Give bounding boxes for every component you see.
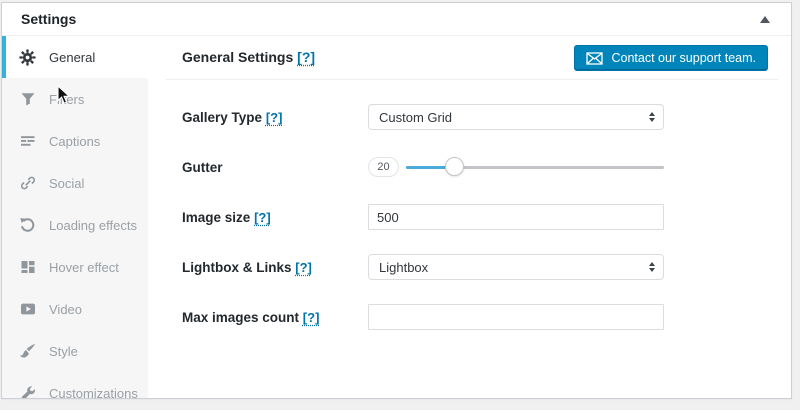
sidebar-item-hover-effect[interactable]: Hover effect — [2, 246, 148, 288]
image-size-input[interactable] — [368, 204, 664, 230]
panel-title: Settings — [21, 11, 77, 27]
section-heading: General Settings [?] — [182, 49, 316, 65]
sidebar-item-label: Customizations — [49, 385, 138, 399]
play-icon — [19, 301, 36, 318]
lightbox-links-select[interactable]: Lightbox — [368, 254, 664, 280]
caption-lines-icon — [19, 133, 36, 150]
gutter-label: Gutter — [182, 159, 223, 175]
sidebar-item-general[interactable]: General — [2, 36, 148, 78]
gutter-slider[interactable] — [406, 157, 664, 177]
help-link[interactable]: [?] — [266, 110, 283, 125]
lightbox-links-selected-value: Lightbox — [379, 259, 429, 275]
image-size-row: Image size [?] — [182, 204, 791, 230]
sidebar-item-style[interactable]: Style — [2, 330, 148, 372]
sidebar-item-label: Style — [49, 343, 78, 359]
gallery-type-selected-value: Custom Grid — [379, 109, 452, 125]
help-link[interactable]: [?] — [303, 310, 320, 325]
settings-panel: Settings General Filters Captions Social… — [1, 2, 792, 399]
sidebar-item-social[interactable]: Social — [2, 162, 148, 204]
lightbox-links-label: Lightbox & Links [?] — [182, 259, 312, 275]
sidebar-item-label: Social — [49, 175, 85, 191]
sidebar-item-label: Filters — [49, 91, 85, 107]
gutter-row: Gutter 20 — [182, 154, 791, 180]
contact-support-button[interactable]: Contact our support team. — [574, 45, 768, 71]
brush-icon — [19, 343, 36, 360]
sidebar-item-captions[interactable]: Captions — [2, 120, 148, 162]
gutter-value-badge: 20 — [368, 157, 399, 177]
rotate-icon — [19, 217, 36, 234]
help-link[interactable]: [?] — [254, 210, 271, 225]
gallery-type-label: Gallery Type [?] — [182, 109, 283, 125]
layout-grid-icon — [19, 259, 36, 276]
sidebar-item-label: Loading effects — [49, 217, 137, 233]
gear-icon — [19, 48, 36, 66]
gallery-type-select[interactable]: Custom Grid — [368, 104, 664, 130]
sidebar-item-loading-effects[interactable]: Loading effects — [2, 204, 148, 246]
contact-support-label: Contact our support team. — [611, 51, 756, 65]
funnel-icon — [19, 91, 36, 108]
max-images-count-label: Max images count [?] — [182, 309, 320, 325]
settings-sidebar: General Filters Captions Social Loading … — [2, 36, 148, 398]
wrench-icon — [19, 385, 36, 398]
sidebar-item-filters[interactable]: Filters — [2, 78, 148, 120]
sidebar-item-label: Captions — [49, 133, 101, 149]
link-icon — [19, 175, 36, 192]
sidebar-item-label: Hover effect — [49, 259, 119, 275]
sidebar-item-label: Video — [49, 301, 83, 317]
gallery-type-row: Gallery Type [?] Custom Grid — [182, 104, 791, 130]
envelope-icon — [586, 51, 604, 65]
sidebar-item-label: General — [49, 49, 96, 65]
panel-header: Settings — [2, 3, 791, 36]
help-link[interactable]: [?] — [295, 260, 312, 275]
collapse-panel-button[interactable] — [747, 3, 783, 35]
sidebar-item-customizations[interactable]: Customizations — [2, 372, 148, 398]
max-images-count-input[interactable] — [368, 304, 664, 330]
lightbox-links-row: Lightbox & Links [?] Lightbox — [182, 254, 791, 280]
settings-content: General Settings [?] Contact our support… — [148, 36, 791, 398]
image-size-label: Image size [?] — [182, 209, 271, 225]
heading-help-link[interactable]: [?] — [297, 49, 315, 65]
sidebar-item-video[interactable]: Video — [2, 288, 148, 330]
slider-handle[interactable] — [445, 157, 465, 176]
triangle-up-icon — [760, 15, 770, 23]
max-images-count-row: Max images count [?] — [182, 304, 791, 330]
